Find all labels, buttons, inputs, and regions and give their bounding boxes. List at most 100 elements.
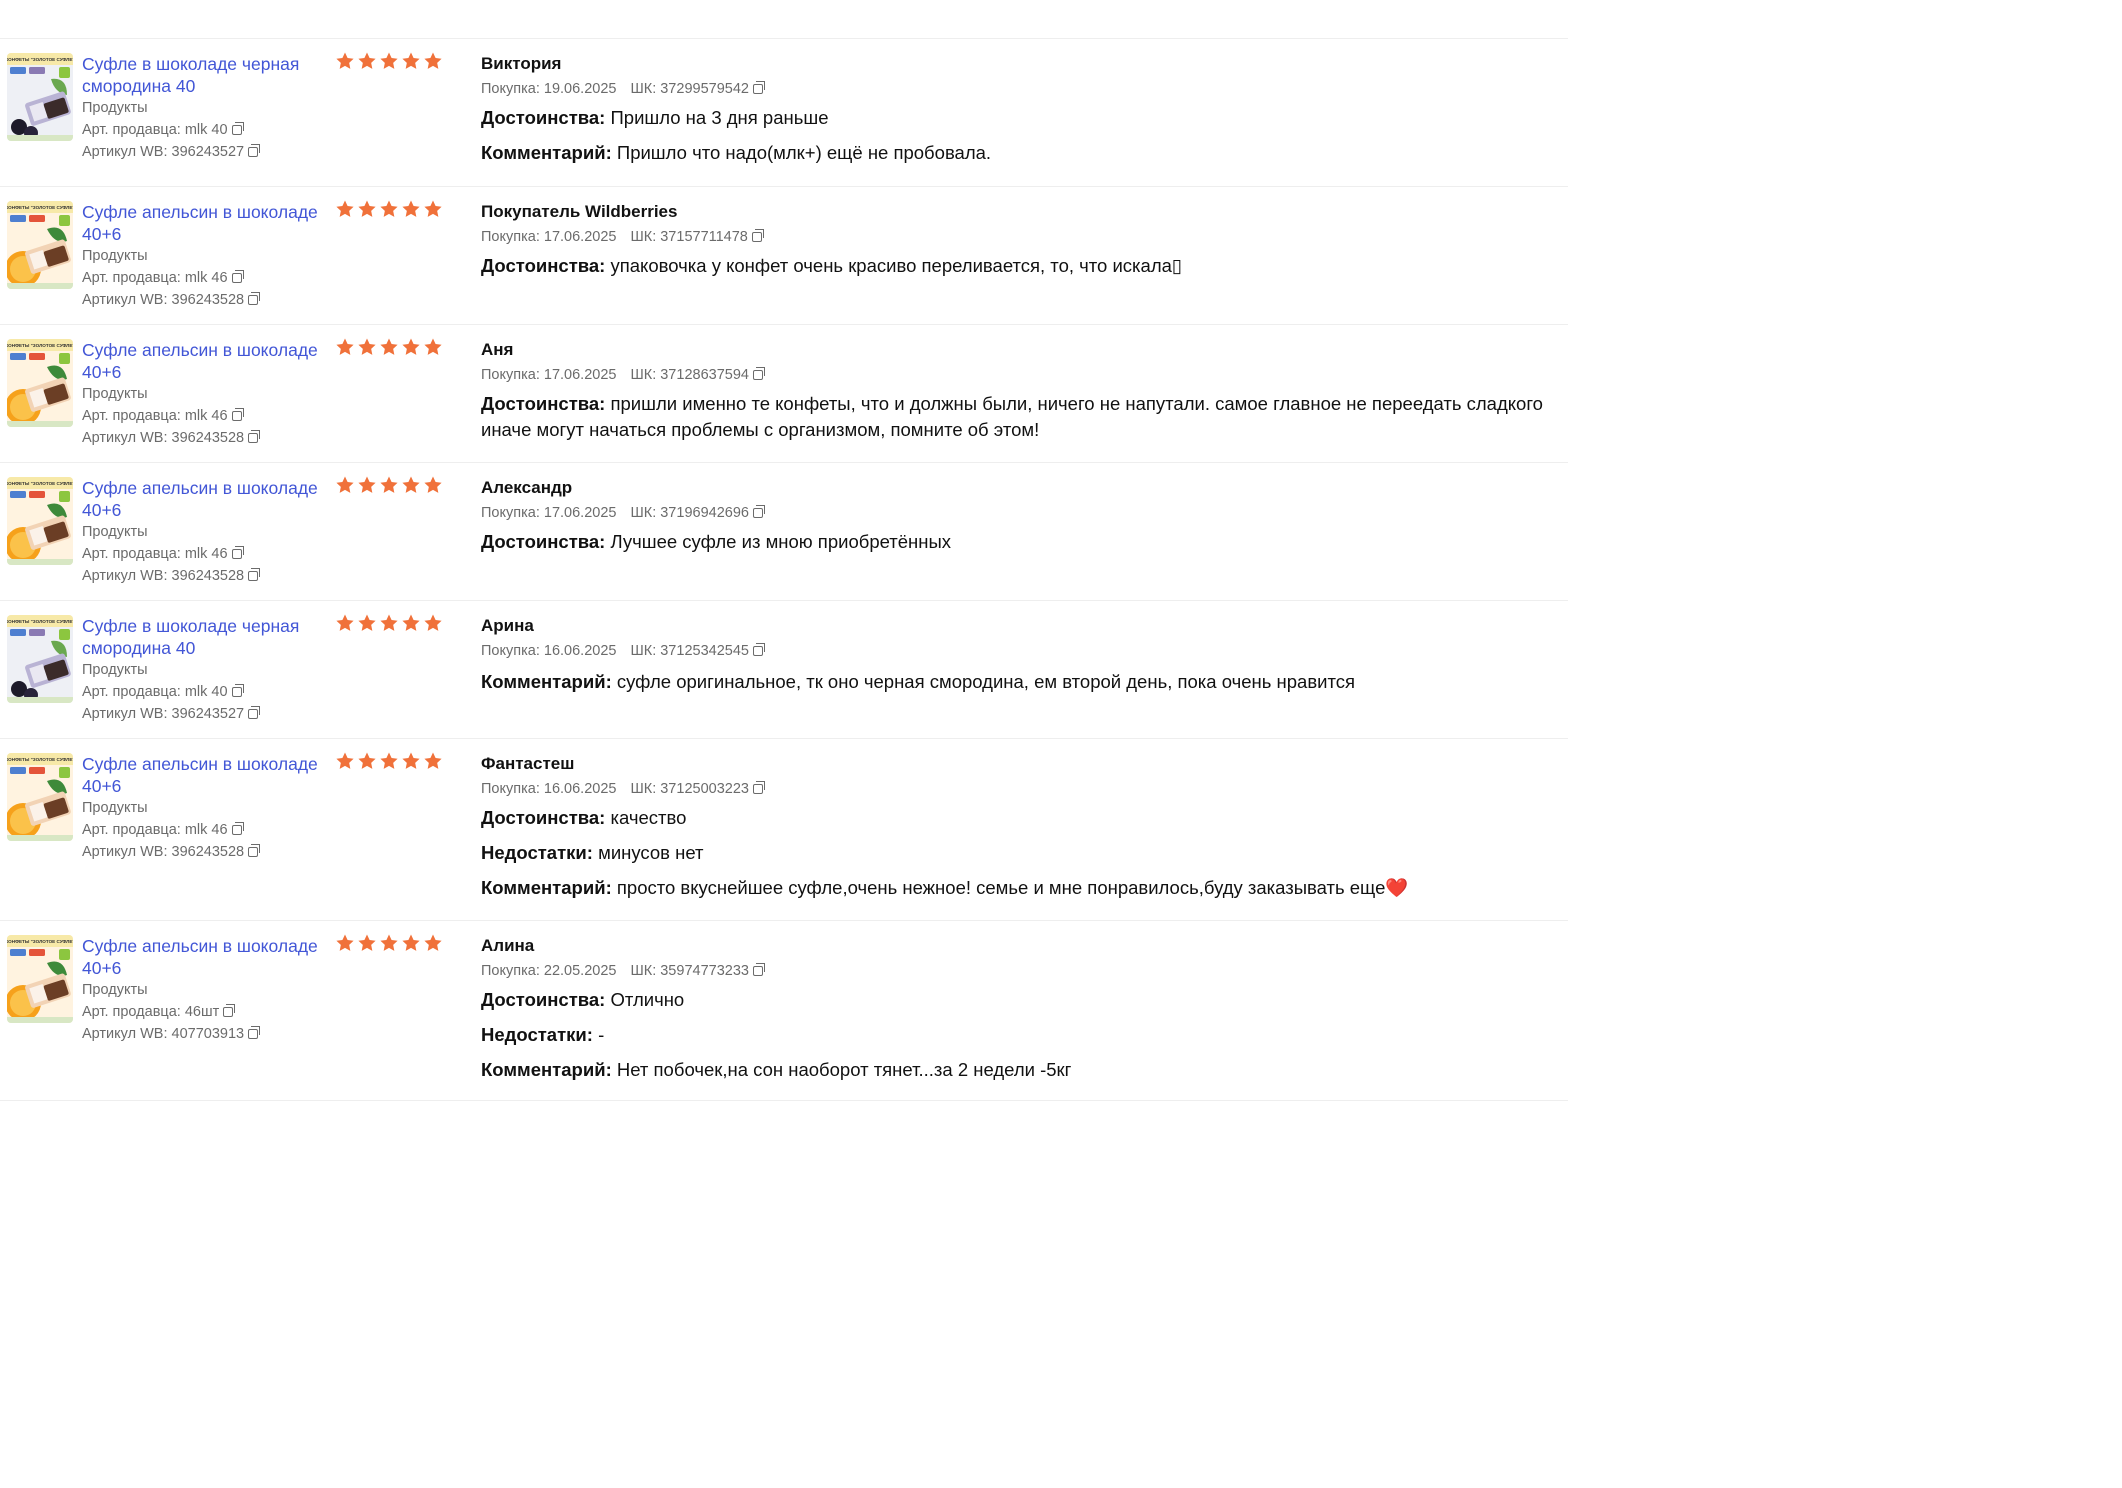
copy-icon[interactable] [752, 81, 765, 94]
review-author: Виктория [481, 54, 562, 73]
seller-article-line: Арт. продавца: mlk 40 [82, 119, 322, 141]
copy-icon[interactable] [752, 367, 765, 380]
barcode: ШК: 35974773233 [630, 963, 749, 979]
cons-label: Недостатки: [481, 1024, 593, 1045]
review-author: Аня [481, 340, 514, 359]
star-icon [379, 199, 399, 219]
svg-text:КОНФЕТЫ "ЗОЛОТОЕ СУФЛЕ": КОНФЕТЫ "ЗОЛОТОЕ СУФЛЕ" [7, 757, 73, 762]
product-thumbnail[interactable]: КОНФЕТЫ "ЗОЛОТОЕ СУФЛЕ" [7, 53, 73, 141]
product-thumbnail[interactable]: КОНФЕТЫ "ЗОЛОТОЕ СУФЛЕ" [7, 339, 73, 427]
copy-icon[interactable] [248, 568, 261, 581]
review-cons: Недостатки: - [481, 1022, 1568, 1048]
product-cell: КОНФЕТЫ "ЗОЛОТОЕ СУФЛЕ" Суфле в шоколаде… [0, 601, 335, 738]
seller-article: Арт. продавца: 46шт [82, 1004, 220, 1020]
star-icon [379, 475, 399, 495]
star-rating [335, 921, 481, 1100]
copy-icon[interactable] [248, 144, 261, 157]
product-title-link[interactable]: Суфле апельсин в шоколаде 40+6 [82, 477, 322, 521]
wb-article-line: Артикул WB: 396243527 [82, 703, 322, 725]
star-icon [423, 199, 443, 219]
copy-icon[interactable] [231, 408, 244, 421]
star-icon [357, 613, 377, 633]
wb-article-line: Артикул WB: 396243527 [82, 141, 322, 163]
star-rating [335, 39, 481, 186]
copy-icon[interactable] [248, 844, 261, 857]
copy-icon[interactable] [752, 505, 765, 518]
product-title-link[interactable]: Суфле апельсин в шоколаде 40+6 [82, 339, 322, 383]
product-title-link[interactable]: Суфле апельсин в шоколаде 40+6 [82, 935, 322, 979]
star-icon [335, 613, 355, 633]
product-thumbnail[interactable]: КОНФЕТЫ "ЗОЛОТОЕ СУФЛЕ" [7, 753, 73, 841]
seller-article-line: Арт. продавца: 46шт [82, 1001, 322, 1023]
product-thumbnail[interactable]: КОНФЕТЫ "ЗОЛОТОЕ СУФЛЕ" [7, 935, 73, 1023]
product-title-link[interactable]: Суфле апельсин в шоколаде 40+6 [82, 201, 322, 245]
review-row: КОНФЕТЫ "ЗОЛОТОЕ СУФЛЕ" Суфле апельсин в… [0, 463, 1568, 601]
review-content: Виктория Покупка: 19.06.2025 ШК: 37299579… [481, 39, 1568, 186]
review-cons: Недостатки: минусов нет [481, 840, 1568, 866]
svg-text:КОНФЕТЫ "ЗОЛОТОЕ СУФЛЕ": КОНФЕТЫ "ЗОЛОТОЕ СУФЛЕ" [7, 343, 73, 348]
purchase-date: Покупка: 19.06.2025 [481, 81, 617, 97]
product-cell: КОНФЕТЫ "ЗОЛОТОЕ СУФЛЕ" Суфле апельсин в… [0, 187, 335, 324]
copy-icon[interactable] [248, 292, 261, 305]
copy-icon[interactable] [248, 706, 261, 719]
review-row: КОНФЕТЫ "ЗОЛОТОЕ СУФЛЕ" Суфле апельсин в… [0, 739, 1568, 921]
copy-icon[interactable] [231, 122, 244, 135]
star-rating [335, 739, 481, 920]
star-icon [335, 51, 355, 71]
star-icon [423, 51, 443, 71]
comment-label: Комментарий: [481, 1059, 612, 1080]
review-content: Алина Покупка: 22.05.2025 ШК: 35974773233… [481, 921, 1568, 1100]
copy-icon[interactable] [248, 1026, 261, 1039]
seller-article: Арт. продавца: mlk 40 [82, 684, 228, 700]
copy-icon[interactable] [231, 270, 244, 283]
product-thumbnail[interactable]: КОНФЕТЫ "ЗОЛОТОЕ СУФЛЕ" [7, 615, 73, 703]
star-icon [357, 751, 377, 771]
copy-icon[interactable] [223, 1004, 236, 1017]
product-title-link[interactable]: Суфле апельсин в шоколаде 40+6 [82, 753, 322, 797]
pros-label: Достоинства: [481, 255, 606, 276]
pros-label: Достоинства: [481, 807, 606, 828]
star-icon [423, 475, 443, 495]
barcode: ШК: 37125003223 [630, 781, 749, 797]
pros-text: Отлично [610, 989, 685, 1010]
purchase-date: Покупка: 16.06.2025 [481, 643, 617, 659]
copy-icon[interactable] [751, 229, 764, 242]
cons-text: минусов нет [598, 842, 704, 863]
product-category: Продукты [82, 386, 148, 402]
pros-text: качество [610, 807, 687, 828]
copy-icon[interactable] [231, 684, 244, 697]
product-title-link[interactable]: Суфле в шоколаде черная смородина 40 [82, 615, 322, 659]
review-author: Фантастеш [481, 754, 575, 773]
product-thumbnail[interactable]: КОНФЕТЫ "ЗОЛОТОЕ СУФЛЕ" [7, 201, 73, 289]
product-info: Суфле в шоколаде черная смородина 40 Про… [82, 615, 322, 738]
copy-icon[interactable] [248, 430, 261, 443]
copy-icon[interactable] [231, 822, 244, 835]
copy-icon[interactable] [752, 963, 765, 976]
product-title-link[interactable]: Суфле в шоколаде черная смородина 40 [82, 53, 322, 97]
star-icon [357, 199, 377, 219]
star-icon [423, 337, 443, 357]
product-info: Суфле в шоколаде черная смородина 40 Про… [82, 53, 322, 186]
product-info: Суфле апельсин в шоколаде 40+6 Продукты … [82, 339, 322, 462]
product-category: Продукты [82, 100, 148, 116]
copy-icon[interactable] [752, 643, 765, 656]
copy-icon[interactable] [231, 546, 244, 559]
star-icon [401, 337, 421, 357]
comment-label: Комментарий: [481, 671, 612, 692]
star-icon [335, 751, 355, 771]
svg-text:КОНФЕТЫ "ЗОЛОТОЕ СУФЛЕ": КОНФЕТЫ "ЗОЛОТОЕ СУФЛЕ" [7, 57, 73, 62]
star-icon [357, 933, 377, 953]
review-meta: Покупка: 17.06.2025 ШК: 37196942696 [481, 504, 1568, 522]
seller-article-line: Арт. продавца: mlk 46 [82, 267, 322, 289]
copy-icon[interactable] [752, 781, 765, 794]
pros-text: Лучшее суфле из мною приобретённых [610, 531, 952, 552]
product-thumbnail[interactable]: КОНФЕТЫ "ЗОЛОТОЕ СУФЛЕ" [7, 477, 73, 565]
review-author: Покупатель Wildberries [481, 202, 678, 221]
barcode: ШК: 37128637594 [630, 367, 749, 383]
wb-article-line: Артикул WB: 396243528 [82, 289, 322, 311]
seller-article-line: Арт. продавца: mlk 46 [82, 543, 322, 565]
review-comment: Комментарий: Нет побочек,на сон наоборот… [481, 1057, 1568, 1083]
wb-article: Артикул WB: 396243527 [82, 144, 245, 160]
review-author: Александр [481, 478, 573, 497]
star-icon [423, 613, 443, 633]
